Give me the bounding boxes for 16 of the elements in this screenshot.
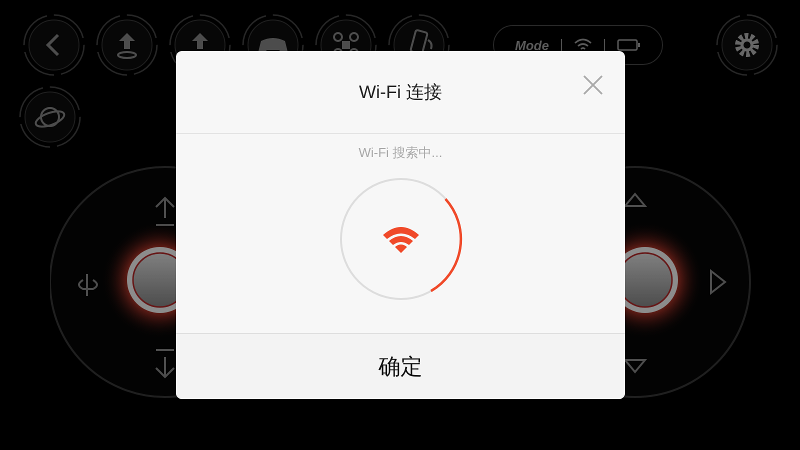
battery-icon [616, 39, 641, 51]
orbit-button[interactable] [18, 85, 82, 149]
dialog-title: Wi-Fi 连接 [359, 81, 442, 104]
close-button[interactable] [582, 74, 604, 96]
rotate-icon[interactable] [78, 273, 98, 297]
wifi-icon [574, 38, 592, 52]
takeoff-button[interactable] [95, 13, 159, 77]
status-text: Wi-Fi 搜索中... [358, 144, 442, 162]
down-triangle-icon[interactable] [622, 359, 648, 374]
mode-label: Mode [515, 38, 549, 52]
down-arrow-icon[interactable] [155, 349, 175, 378]
up-triangle-icon[interactable] [622, 192, 648, 207]
confirm-button[interactable]: 确定 [176, 333, 625, 399]
settings-button[interactable] [715, 13, 779, 77]
right-triangle-icon[interactable] [710, 268, 727, 296]
wifi-icon [382, 227, 418, 253]
